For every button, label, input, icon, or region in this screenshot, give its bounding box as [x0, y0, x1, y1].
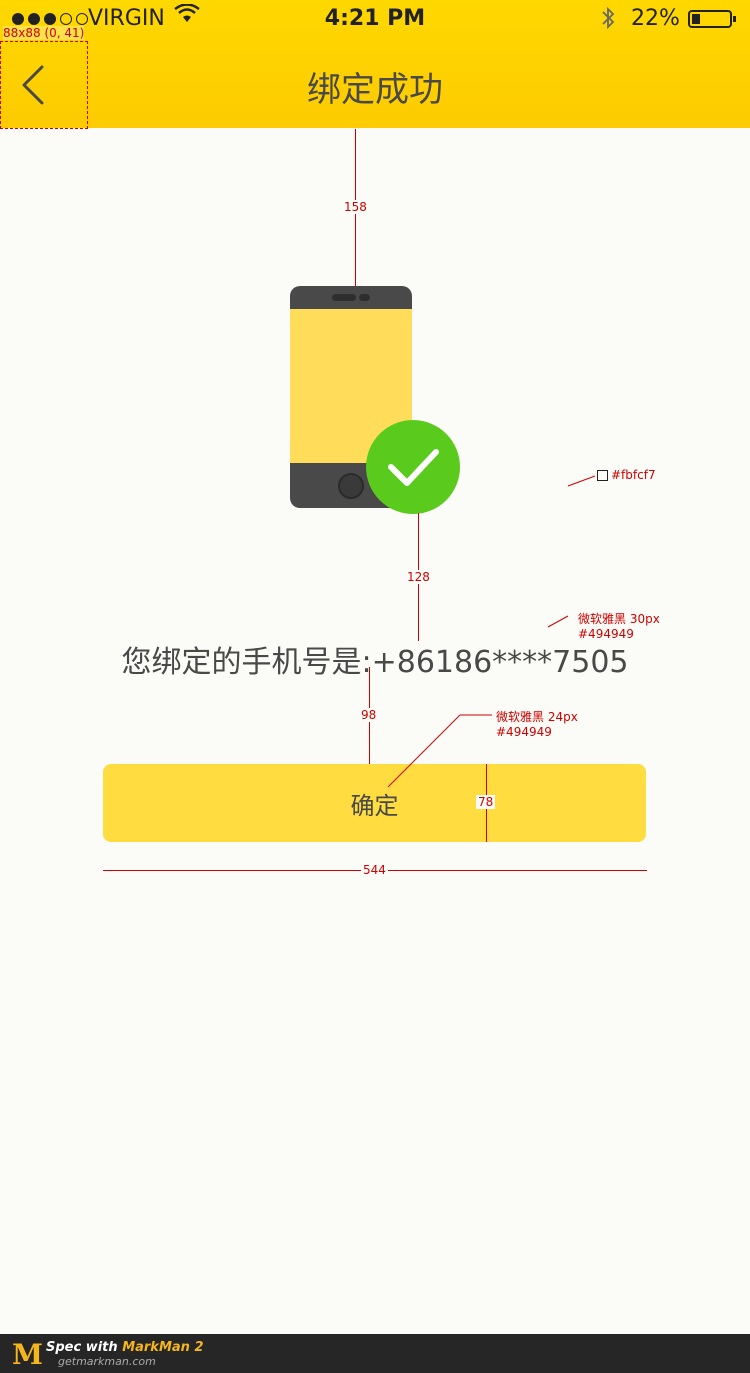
footer-brand: Spec with MarkMan 2	[46, 1340, 204, 1355]
footer-site: getmarkman.com	[58, 1355, 156, 1368]
markman-footer: M Spec with MarkMan 2 getmarkman.com	[0, 1334, 750, 1373]
markman-logo: M	[12, 1338, 43, 1371]
spec-arrows	[387, 475, 596, 788]
footer-brand-name: MarkMan 2	[122, 1340, 204, 1355]
footer-brand-prefix: Spec with	[46, 1340, 123, 1355]
